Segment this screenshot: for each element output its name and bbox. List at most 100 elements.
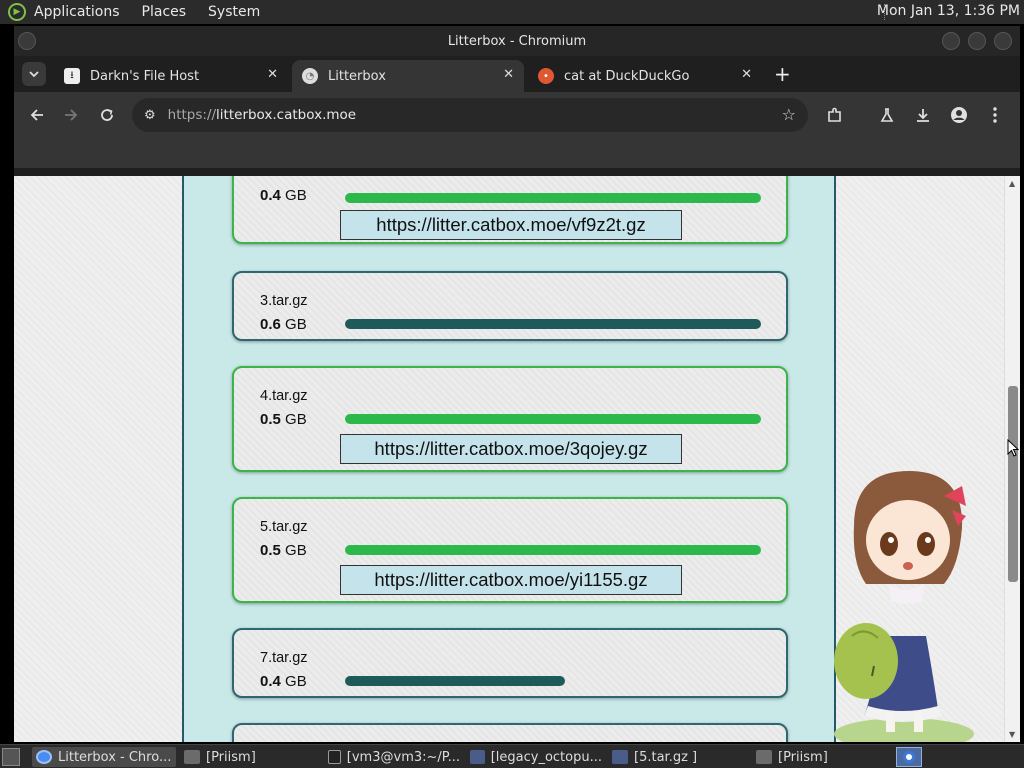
progress-fill: [345, 545, 761, 555]
tab-strip: ⭳ Darkn's File Host ✕ ◔ Litterbox ✕ • ca…: [14, 56, 1020, 92]
file-link[interactable]: https://litter.catbox.moe/vf9z2t.gz: [340, 210, 682, 240]
scroll-up-arrow-icon[interactable]: ▲: [1009, 179, 1015, 188]
url-scheme: https://: [167, 107, 217, 123]
progress-fill: [345, 319, 761, 329]
scrollbar-thumb[interactable]: [1008, 386, 1018, 582]
file-link[interactable]: https://litter.catbox.moe/3qojey.gz: [340, 434, 682, 464]
show-desktop-button[interactable]: [2, 748, 20, 766]
task-label: [Priism]: [206, 749, 256, 765]
file-size-unit: GB: [285, 673, 307, 690]
file-card: 5.tar.gz 0.5 GB https://litter.catbox.mo…: [232, 497, 788, 603]
file-card: 4.tar.gz 0.5 GB https://litter.catbox.mo…: [232, 366, 788, 472]
progress-fill: [345, 193, 761, 203]
window-menu-button[interactable]: [18, 32, 36, 50]
tab-duckduckgo[interactable]: • cat at DuckDuckGo ✕: [528, 60, 762, 92]
extensions-button[interactable]: [824, 104, 846, 126]
progress-bar: [345, 545, 761, 555]
file-size-value: 0.4: [260, 673, 281, 690]
task-label: Litterbox - Chro...: [58, 749, 172, 765]
site-info-icon[interactable]: ⚙: [144, 108, 156, 123]
page-scrollbar[interactable]: ▲ ▼: [1004, 176, 1020, 742]
tab-litterbox[interactable]: ◔ Litterbox ✕: [292, 60, 524, 92]
maximize-button[interactable]: [968, 32, 986, 50]
applications-menu[interactable]: Applications: [34, 4, 120, 20]
forward-button[interactable]: [60, 104, 82, 126]
file-size: 0.5 GB: [260, 542, 307, 559]
task-label: [vm3@vm3:~/P...: [346, 749, 460, 765]
chevron-down-icon: [29, 71, 39, 78]
url-host: litterbox.catbox.moe: [216, 107, 357, 123]
task-priism-folder[interactable]: [Priism]: [180, 747, 316, 767]
top-panel: ▶ Applications Places System Mon Jan 13,…: [0, 0, 1024, 24]
panel-clock[interactable]: Mon Jan 13, 1:36 PM: [877, 3, 1020, 19]
reload-button[interactable]: [96, 104, 118, 126]
bookmarks-bar: [14, 138, 1020, 168]
minimize-button[interactable]: [942, 32, 960, 50]
file-size: 0.4 GB: [260, 187, 307, 204]
distro-logo-icon[interactable]: ▶: [8, 3, 26, 21]
tray-chromium-icon[interactable]: [896, 747, 922, 767]
download-icon: ⭳: [64, 68, 80, 84]
flask-icon: [880, 108, 894, 122]
progress-bar: [345, 676, 761, 686]
labs-button[interactable]: [876, 104, 898, 126]
progress-fill: [345, 414, 761, 424]
scroll-down-arrow-icon[interactable]: ▼: [1009, 730, 1015, 739]
window-titlebar[interactable]: Litterbox - Chromium: [14, 26, 1020, 56]
account-icon: [951, 107, 967, 123]
close-tab-icon[interactable]: ✕: [267, 67, 278, 82]
close-window-button[interactable]: [994, 32, 1012, 50]
file-size-unit: GB: [285, 411, 307, 428]
tab-label: cat at DuckDuckGo: [564, 68, 690, 84]
file-card: 0.4 GB https://litter.catbox.moe/vf9z2t.…: [232, 176, 788, 244]
profile-button[interactable]: [948, 104, 970, 126]
browser-window: Litterbox - Chromium ⭳ Darkn's File Host…: [14, 26, 1020, 742]
file-size-value: 0.6: [260, 316, 281, 333]
mascot-illustration: [834, 471, 974, 742]
file-name: 7.tar.gz: [260, 650, 308, 666]
task-5-tar-gz[interactable]: [5.tar.gz ]: [608, 747, 744, 767]
file-name: 5.tar.gz: [260, 519, 308, 535]
window-title: Litterbox - Chromium: [447, 33, 587, 49]
tab-darkns-file-host[interactable]: ⭳ Darkn's File Host ✕: [54, 60, 288, 92]
archive-icon: [470, 750, 485, 764]
places-menu[interactable]: Places: [142, 4, 187, 20]
task-terminal[interactable]: [vm3@vm3:~/P...: [324, 747, 460, 767]
file-size: 0.5 GB: [260, 411, 307, 428]
upload-column: 0.4 GB https://litter.catbox.moe/vf9z2t.…: [182, 176, 836, 742]
bookmark-star-icon[interactable]: ☆: [782, 105, 796, 124]
browser-toolbar: ⚙ https://litterbox.catbox.moe ☆: [14, 92, 1020, 138]
back-button[interactable]: [26, 104, 48, 126]
terminal-icon: [328, 750, 341, 764]
new-tab-button[interactable]: +: [774, 64, 791, 84]
task-legacy-octopus[interactable]: [legacy_octopu...: [466, 747, 602, 767]
file-size-value: 0.4: [260, 187, 281, 204]
system-menu[interactable]: System: [208, 4, 260, 20]
tab-label: Litterbox: [328, 68, 386, 84]
arrow-left-icon: [30, 109, 43, 121]
task-chromium[interactable]: Litterbox - Chro...: [32, 747, 176, 767]
tab-search-button[interactable]: [22, 62, 46, 86]
file-size: 0.6 GB: [260, 316, 307, 333]
file-card: [232, 723, 788, 742]
address-bar[interactable]: ⚙ https://litterbox.catbox.moe ☆: [132, 98, 808, 132]
progress-bar: [345, 193, 761, 203]
file-size-value: 0.5: [260, 542, 281, 559]
file-name: 4.tar.gz: [260, 388, 308, 404]
taskbar: Litterbox - Chro... [Priism] [vm3@vm3:~/…: [0, 744, 1024, 768]
task-priism-folder-2[interactable]: [Priism]: [752, 747, 888, 767]
progress-fill: [345, 676, 566, 686]
close-tab-icon[interactable]: ✕: [503, 67, 514, 82]
file-link[interactable]: https://litter.catbox.moe/yi1155.gz: [340, 565, 682, 595]
downloads-button[interactable]: [912, 104, 934, 126]
arrow-right-icon: [65, 109, 78, 121]
file-size-unit: GB: [285, 187, 307, 204]
menu-button[interactable]: [984, 104, 1006, 126]
progress-bar: [345, 414, 761, 424]
file-name: 3.tar.gz: [260, 293, 308, 309]
duckduckgo-icon: •: [538, 68, 554, 84]
url-text[interactable]: https://litterbox.catbox.moe: [168, 107, 356, 123]
kebab-menu-icon: [993, 107, 997, 123]
file-size: 0.4 GB: [260, 673, 307, 690]
close-tab-icon[interactable]: ✕: [741, 67, 752, 82]
